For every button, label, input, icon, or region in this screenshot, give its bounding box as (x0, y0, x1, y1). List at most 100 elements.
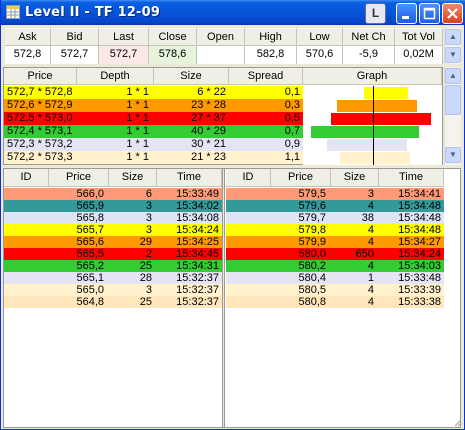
summary-header-bid[interactable]: Bid (51, 28, 99, 46)
summary-header-high[interactable]: High (245, 28, 297, 46)
depth-header-spread[interactable]: Spread (229, 68, 303, 85)
summary-header-close[interactable]: Close (149, 28, 197, 46)
ask-row[interactable]: 579,5 3 15:34:41 (226, 188, 444, 200)
bid-time: 15:34:24 (176, 224, 219, 236)
summary-value-bid: 572,7 (51, 46, 99, 64)
bid-size: 3 (145, 200, 152, 212)
depth-header-graph[interactable]: Graph (303, 68, 442, 85)
bid-size: 3 (145, 212, 152, 224)
maximize-button[interactable] (419, 3, 440, 24)
summary-header-open[interactable]: Open (197, 28, 245, 46)
summary-header-ask[interactable]: Ask (5, 28, 51, 46)
depth-graph-bar-ask (374, 113, 432, 125)
summary-header-tot-vol[interactable]: Tot Vol (395, 28, 443, 46)
bid-header-price[interactable]: Price (49, 169, 109, 187)
ask-row[interactable]: 580,5 4 15:33:39 (226, 284, 444, 296)
bid-row[interactable]: 565,1 28 15:32:37 (4, 272, 222, 284)
depth-header-size[interactable]: Size (154, 68, 229, 85)
scroll-thumb[interactable] (445, 85, 461, 115)
close-button[interactable] (442, 3, 463, 24)
ask-row[interactable]: 579,7 38 15:34:48 (226, 212, 444, 224)
bid-row[interactable]: 565,0 3 15:32:37 (4, 284, 222, 296)
depth-graph-bar-ask (374, 152, 410, 164)
depth-price: 572,4 * 573,1 (7, 125, 73, 137)
depth-header-depth[interactable]: Depth (77, 68, 154, 85)
summary-header-low[interactable]: Low (297, 28, 343, 46)
arrow-down-icon[interactable]: ▼ (445, 47, 461, 63)
ask-time: 15:34:48 (398, 212, 441, 224)
depth-graph-bar-ask (374, 87, 409, 99)
bid-row[interactable]: 565,5 2 15:34:45 (4, 248, 222, 260)
ask-price: 579,8 (298, 224, 326, 236)
ask-header-price[interactable]: Price (271, 169, 331, 187)
ask-size: 4 (367, 224, 374, 236)
depth-scrollbar[interactable]: ▲ ▼ (444, 67, 461, 165)
bid-row[interactable]: 565,6 29 15:34:25 (4, 236, 222, 248)
bid-price: 565,9 (76, 200, 104, 212)
ask-row[interactable]: 579,6 4 15:34:48 (226, 200, 444, 212)
bid-row[interactable]: 566,0 6 15:33:49 (4, 188, 222, 200)
bid-time: 15:32:37 (176, 272, 219, 284)
depth-header-price[interactable]: Price (4, 68, 77, 85)
list-divider[interactable] (222, 169, 225, 427)
arrow-up-icon[interactable]: ▲ (445, 68, 461, 84)
depth-row[interactable]: 572,2 * 573,3 1 * 1 21 * 23 1,1 (4, 151, 303, 164)
bid-header-time[interactable]: Time (157, 169, 222, 187)
bid-size: 28 (139, 272, 152, 284)
bid-size: 3 (145, 284, 152, 296)
summary-scrollbar[interactable]: ▲ ▼ (444, 28, 461, 64)
depth-row[interactable]: 572,3 * 573,2 1 * 1 30 * 21 0,9 (4, 138, 303, 151)
depth-size: 6 * 22 (197, 86, 226, 98)
depth-graph-bar-bid (337, 100, 373, 112)
ask-row[interactable]: 580,0 650 15:34:24 (226, 248, 444, 260)
depth-count: 1 * 1 (126, 151, 149, 163)
market-depth-table: Price Depth Size Spread Graph 572,7 * 572,8 1 … (3, 67, 443, 165)
bid-time: 15:32:37 (176, 284, 219, 296)
summary-value-high: 582,8 (245, 46, 297, 64)
depth-row[interactable]: 572,4 * 573,1 1 * 1 40 * 29 0,7 (4, 125, 303, 138)
ask-price: 579,5 (298, 188, 326, 200)
bid-row[interactable]: 565,2 25 15:34:31 (4, 260, 222, 272)
ask-row[interactable]: 580,2 4 15:34:03 (226, 260, 444, 272)
ask-row[interactable]: 580,8 4 15:33:38 (226, 296, 444, 308)
ask-time: 15:34:03 (398, 260, 441, 272)
resize-grip-icon[interactable] (452, 417, 462, 427)
ask-row[interactable]: 579,8 4 15:34:48 (226, 224, 444, 236)
arrow-down-icon[interactable]: ▼ (445, 147, 461, 163)
arrow-up-icon[interactable]: ▲ (445, 29, 461, 45)
bid-time: 15:34:08 (176, 212, 219, 224)
quote-summary: Ask 572,8 Bid 572,7 Last 572,7 Close 578,6 Open H… (5, 28, 443, 64)
depth-graph (303, 86, 442, 165)
depth-spread: 0,1 (284, 86, 300, 98)
depth-graph-bar-bid (311, 126, 373, 138)
summary-header-net-ch[interactable]: Net Ch (343, 28, 395, 46)
ask-row[interactable]: 579,9 4 15:34:27 (226, 236, 444, 248)
ask-size: 650 (355, 248, 374, 260)
ask-header-time[interactable]: Time (379, 169, 444, 187)
link-button[interactable]: L (365, 3, 386, 24)
depth-price: 572,3 * 573,2 (7, 138, 73, 150)
bid-time: 15:34:25 (176, 236, 219, 248)
depth-row[interactable]: 572,7 * 572,8 1 * 1 6 * 22 0,1 (4, 86, 303, 99)
depth-price: 572,7 * 572,8 (7, 86, 73, 98)
depth-graph-bar-ask (374, 139, 407, 151)
bid-row[interactable]: 565,7 3 15:34:24 (4, 224, 222, 236)
depth-size: 30 * 21 (191, 138, 226, 150)
depth-row[interactable]: 572,5 * 573,0 1 * 1 27 * 37 0,5 (4, 112, 303, 125)
bid-header-size[interactable]: Size (109, 169, 157, 187)
ask-row[interactable]: 580,4 1 15:33:48 (226, 272, 444, 284)
bid-price: 565,1 (76, 272, 104, 284)
minimize-button[interactable] (396, 3, 417, 24)
ask-header-size[interactable]: Size (331, 169, 379, 187)
depth-row[interactable]: 572,6 * 572,9 1 * 1 23 * 28 0,3 (4, 99, 303, 112)
summary-header-last[interactable]: Last (99, 28, 149, 46)
bid-row[interactable]: 565,8 3 15:34:08 (4, 212, 222, 224)
title-bar[interactable]: Level II - TF 12-09 L (1, 0, 465, 25)
bid-time: 15:32:37 (176, 296, 219, 308)
bid-row[interactable]: 565,9 3 15:34:02 (4, 200, 222, 212)
ask-header-id[interactable]: ID (226, 169, 271, 187)
bid-header-id[interactable]: ID (4, 169, 49, 187)
bid-price: 565,2 (76, 260, 104, 272)
bid-row[interactable]: 564,8 25 15:32:37 (4, 296, 222, 308)
ask-price: 579,7 (298, 212, 326, 224)
